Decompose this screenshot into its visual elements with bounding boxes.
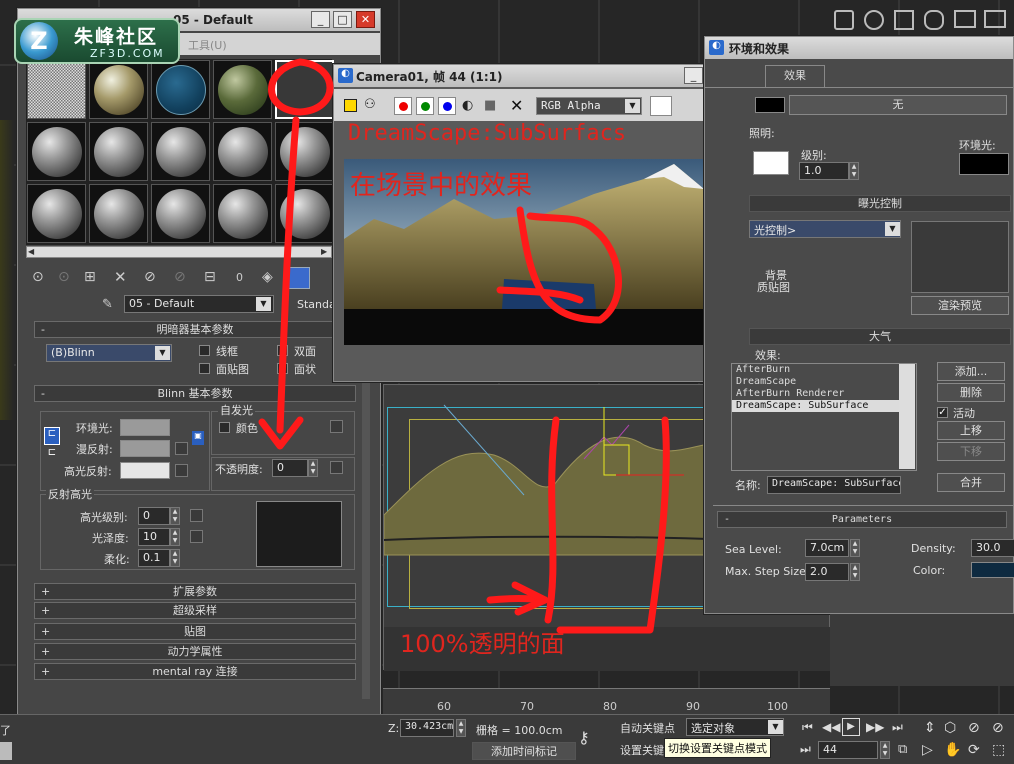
z-coordinate-input[interactable]: 30.423cm <box>400 719 454 737</box>
key-mode-icon[interactable]: ⚷ <box>578 728 590 747</box>
time-config-icon[interactable]: ⧉ <box>898 742 907 757</box>
previous-frame-icon[interactable]: ◀◀ <box>822 720 840 734</box>
effects-label: 效果: <box>755 349 781 362</box>
sea-level-input[interactable]: 7.0cm <box>805 539 849 557</box>
maximize-viewport-icon[interactable]: ⬚ <box>992 742 1005 758</box>
move-down-button[interactable]: 下移 <box>937 442 1005 461</box>
max-step-input[interactable]: 2.0 <box>805 563 849 581</box>
exposure-control-rollout[interactable]: 曝光控制 <box>749 195 1011 212</box>
level-input[interactable]: 1.0 <box>799 162 849 180</box>
auto-key-button[interactable]: 自动关键点 <box>620 720 675 736</box>
level-label: 级别: <box>801 149 827 162</box>
max-step-spinner[interactable]: ▲ ▼ <box>850 563 860 581</box>
texture-map-label: 质贴图 <box>757 281 790 294</box>
zoom-icon[interactable]: ⇕ <box>924 720 936 736</box>
orbit-icon[interactable]: ⟳ <box>968 742 980 758</box>
parameters-divider <box>713 505 1013 506</box>
exposure-dropdown-icon[interactable]: ▼ <box>885 222 900 236</box>
active-checkbox[interactable]: ✓ <box>937 407 948 418</box>
goto-end-icon[interactable]: ⏭ <box>892 720 903 735</box>
tooltip: 切换设置关键点模式 <box>664 738 771 758</box>
list-item-selected[interactable]: DreamScape: SubSurface <box>732 400 902 412</box>
list-item[interactable]: AfterBurn <box>732 364 916 376</box>
current-frame-input[interactable]: 44 <box>818 741 878 759</box>
status-left-text: 了 <box>0 724 11 737</box>
sea-level-spinner[interactable]: ▲ ▼ <box>850 539 860 557</box>
zoom-extents-all-icon[interactable]: ⊘ <box>992 720 1004 736</box>
transparent-face-annotation: 100%透明的面 <box>400 630 565 658</box>
add-effect-button[interactable]: 添加... <box>937 362 1005 381</box>
merge-button[interactable]: 合并 <box>937 473 1005 492</box>
env-effects-titlebar[interactable]: 环境和效果 <box>705 37 1013 59</box>
exposure-preview <box>911 221 1009 293</box>
left-scroll-bar[interactable] <box>0 742 12 760</box>
env-effects-title: 环境和效果 <box>729 42 790 56</box>
fog-color-swatch[interactable] <box>971 562 1014 578</box>
current-frame-spinner[interactable]: ▲ ▼ <box>880 741 890 759</box>
delete-effect-button[interactable]: 删除 <box>937 383 1005 402</box>
zoom-all-icon[interactable]: ⬡ <box>944 720 956 736</box>
exposure-control-select[interactable]: 光控制> <box>749 220 901 238</box>
effect-name-input[interactable]: DreamScape: SubSurface <box>767 476 901 494</box>
name-label: 名称: <box>735 479 761 492</box>
add-time-tag-button[interactable]: 添加时间标记 <box>472 742 576 760</box>
atmosphere-rollout[interactable]: 大气 <box>749 328 1011 345</box>
background-color-swatch[interactable] <box>755 97 785 113</box>
level-spinner[interactable]: ▲ ▼ <box>849 162 859 180</box>
environment-map-button[interactable]: 无 <box>789 95 1007 115</box>
tab-effects[interactable]: 效果 <box>765 65 825 87</box>
z-coordinate-spinner[interactable]: ▲ ▼ <box>456 719 466 737</box>
ambient-color-swatch[interactable] <box>959 153 1009 175</box>
list-item[interactable]: AfterBurn Renderer <box>732 388 916 400</box>
effects-list-scrollbar[interactable] <box>899 364 915 469</box>
tab-strip-line <box>705 87 1013 88</box>
set-key-button[interactable]: 设置关键 <box>620 742 664 758</box>
app-icon: ◐ <box>709 40 724 55</box>
color-label: Color: <box>913 564 946 577</box>
z-coordinate-label: Z: <box>388 722 400 735</box>
density-input[interactable]: 30.0 <box>971 539 1014 557</box>
pan-icon[interactable]: ✋ <box>944 742 961 758</box>
command-panel <box>830 614 1014 686</box>
grid-size-label: 栅格 = 100.0cm <box>476 724 563 737</box>
sea-level-label: Sea Level: <box>725 543 782 556</box>
key-mode-toggle-icon[interactable]: ⏭ <box>800 742 811 757</box>
zoom-extents-icon[interactable]: ⊘ <box>968 720 980 736</box>
next-frame-icon[interactable]: ▶▶ <box>866 720 884 734</box>
selection-dropdown-icon[interactable]: ▼ <box>768 720 783 734</box>
tint-color-swatch[interactable] <box>753 151 789 175</box>
active-label: 活动 <box>953 407 975 420</box>
render-preview-button[interactable]: 渲染预览 <box>911 296 1009 315</box>
env-effects-window: 环境和效果 ◐ 效果 无 照明: 级别: 1.0 ▲ ▼ 环境光: 曝光控制 光控… <box>704 36 1014 614</box>
goto-start-icon[interactable]: ⏮ <box>802 720 813 735</box>
play-icon[interactable]: ▶ <box>842 718 860 736</box>
move-up-button[interactable]: 上移 <box>937 421 1005 440</box>
effects-list[interactable]: AfterBurn DreamScape AfterBurn Renderer … <box>731 363 917 471</box>
parameters-rollout[interactable]: - Parameters <box>717 511 1007 528</box>
ambient-label: 环境光: <box>959 139 996 152</box>
lighting-label: 照明: <box>749 127 775 140</box>
field-of-view-icon[interactable]: ▷ <box>922 742 933 758</box>
max-step-label: Max. Step Size: <box>725 565 810 578</box>
density-label: Density: <box>911 542 956 555</box>
list-item[interactable]: DreamScape <box>732 376 916 388</box>
